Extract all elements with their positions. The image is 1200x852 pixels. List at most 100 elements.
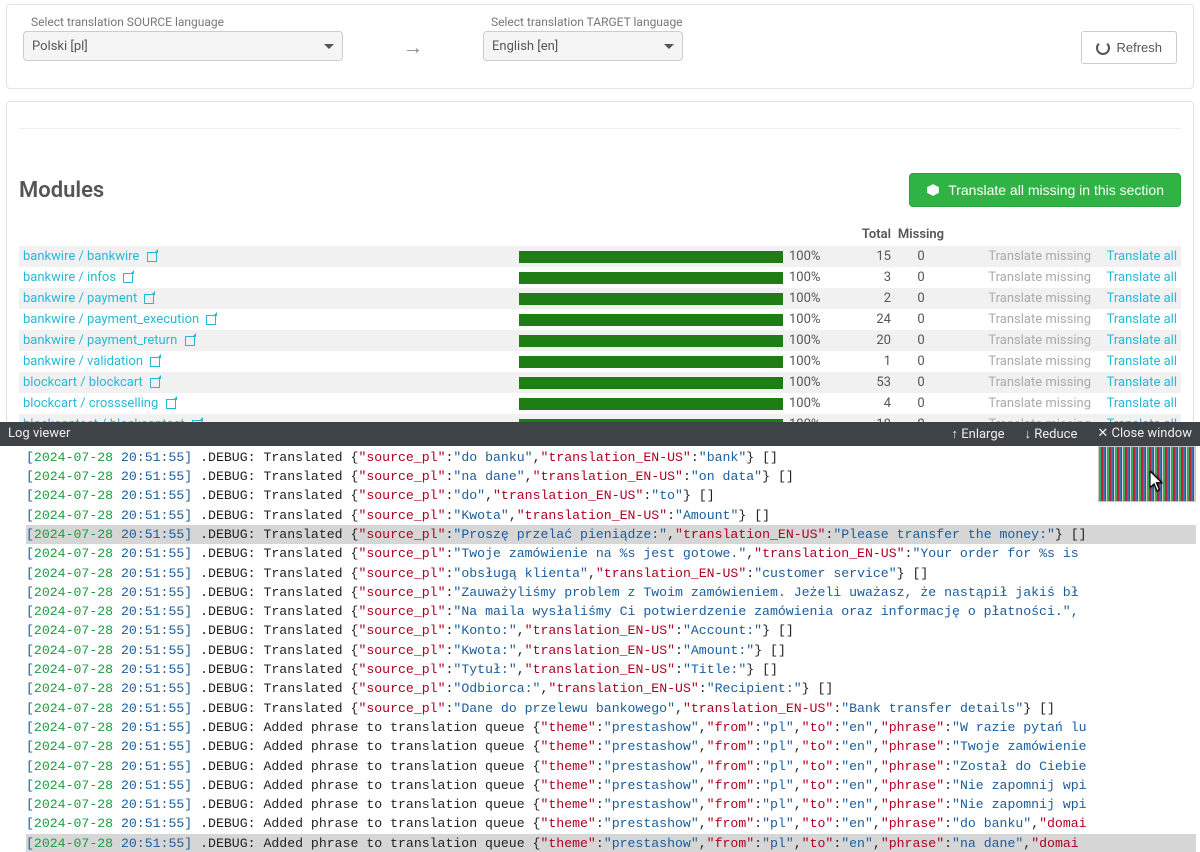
translate-missing-link: Translate missing xyxy=(951,375,1091,390)
translate-all-link[interactable]: Translate all xyxy=(1091,375,1177,390)
translate-all-link[interactable]: Translate all xyxy=(1091,312,1177,327)
log-line: [2024-07-28 20:51:55] .DEBUG: Translated… xyxy=(26,564,1196,583)
module-name[interactable]: bankwire / validation xyxy=(23,354,519,369)
refresh-button[interactable]: Refresh xyxy=(1081,31,1177,64)
translate-missing-link: Translate missing xyxy=(951,291,1091,306)
log-viewer: Log viewer ↑ Enlarge ↓ Reduce ✕ Close wi… xyxy=(0,422,1200,852)
log-line: [2024-07-28 20:51:55] .DEBUG: Translated… xyxy=(26,679,1196,698)
language-group: Select translation SOURCE language Polsk… xyxy=(23,15,683,61)
chevron-down-icon xyxy=(664,44,674,49)
log-content[interactable]: [2024-07-28 20:51:55] .DEBUG: Translated… xyxy=(0,446,1200,852)
progress-bar xyxy=(519,356,783,368)
module-name[interactable]: bankwire / payment xyxy=(23,291,519,306)
source-language-select[interactable]: Polski [pl] xyxy=(23,31,343,61)
source-language-field: Select translation SOURCE language Polsk… xyxy=(23,15,343,61)
row-total: 20 xyxy=(831,333,891,348)
module-name[interactable]: blockcart / crossselling xyxy=(23,396,519,411)
row-total: 3 xyxy=(831,270,891,285)
translate-all-link[interactable]: Translate all xyxy=(1091,333,1177,348)
target-language-value: English [en] xyxy=(492,39,558,54)
translate-all-link[interactable]: Translate all xyxy=(1091,396,1177,411)
row-missing: 0 xyxy=(891,354,951,369)
module-name[interactable]: bankwire / payment_execution xyxy=(23,312,519,327)
module-row: bankwire / payment 100%20Translate missi… xyxy=(19,288,1181,309)
progress-percent: 100% xyxy=(783,270,831,285)
progress-percent: 100% xyxy=(783,333,831,348)
language-panel: Select translation SOURCE language Polsk… xyxy=(6,4,1194,89)
log-enlarge-button[interactable]: ↑ Enlarge xyxy=(952,426,1005,442)
progress-percent: 100% xyxy=(783,291,831,306)
log-line: [2024-07-28 20:51:55] .DEBUG: Translated… xyxy=(26,448,1196,467)
external-link-icon xyxy=(144,294,154,304)
progress-percent: 100% xyxy=(783,312,831,327)
progress-percent: 100% xyxy=(783,249,831,264)
external-link-icon xyxy=(123,273,133,283)
progress-percent: 100% xyxy=(783,396,831,411)
refresh-icon xyxy=(1096,41,1110,55)
log-line: [2024-07-28 20:51:55] .DEBUG: Translated… xyxy=(26,544,1196,563)
modules-title: Modules xyxy=(19,178,104,203)
row-total: 15 xyxy=(831,249,891,264)
row-missing: 0 xyxy=(891,291,951,306)
progress-bar xyxy=(519,377,783,389)
translate-all-missing-button[interactable]: Translate all missing in this section xyxy=(909,173,1181,207)
module-name[interactable]: bankwire / payment_return xyxy=(23,333,519,348)
log-line: [2024-07-28 20:51:55] .DEBUG: Translated… xyxy=(26,583,1196,602)
external-link-icon xyxy=(206,315,216,325)
log-viewer-actions: ↑ Enlarge ↓ Reduce ✕ Close window xyxy=(952,426,1192,442)
module-name[interactable]: bankwire / bankwire xyxy=(23,249,519,264)
row-missing: 0 xyxy=(891,333,951,348)
log-close-button[interactable]: ✕ Close window xyxy=(1097,426,1192,442)
translate-all-link[interactable]: Translate all xyxy=(1091,354,1177,369)
log-line: [2024-07-28 20:51:55] .DEBUG: Translated… xyxy=(26,660,1196,679)
module-row: bankwire / validation 100%10Translate mi… xyxy=(19,351,1181,372)
log-reduce-button[interactable]: ↓ Reduce xyxy=(1025,426,1078,442)
log-line: [2024-07-28 20:51:55] .DEBUG: Added phra… xyxy=(26,757,1196,776)
log-line: [2024-07-28 20:51:55] .DEBUG: Translated… xyxy=(26,506,1196,525)
progress-bar xyxy=(519,335,783,347)
row-total: 1 xyxy=(831,354,891,369)
translate-missing-link: Translate missing xyxy=(951,270,1091,285)
log-viewer-title: Log viewer xyxy=(8,426,70,441)
col-total-header: Total xyxy=(831,227,891,242)
translate-missing-link: Translate missing xyxy=(951,333,1091,348)
translate-all-link[interactable]: Translate all xyxy=(1091,291,1177,306)
external-link-icon xyxy=(166,399,176,409)
arrow-right-icon: → xyxy=(403,35,423,60)
progress-bar xyxy=(519,293,783,305)
progress-percent: 100% xyxy=(783,354,831,369)
progress-percent: 100% xyxy=(783,375,831,390)
log-line: [2024-07-28 20:51:55] .DEBUG: Translated… xyxy=(26,525,1196,544)
source-language-value: Polski [pl] xyxy=(32,39,88,54)
target-language-select[interactable]: English [en] xyxy=(483,31,683,61)
progress-bar xyxy=(519,398,783,410)
row-total: 53 xyxy=(831,375,891,390)
module-row: bankwire / bankwire 100%150Translate mis… xyxy=(19,246,1181,267)
module-row: bankwire / payment_execution 100%240 Tran… xyxy=(19,309,1181,330)
translate-missing-link: Translate missing xyxy=(951,396,1091,411)
progress-bar xyxy=(519,272,783,284)
translate-all-link[interactable]: Translate all xyxy=(1091,270,1177,285)
translate-icon xyxy=(926,183,940,197)
log-line: [2024-07-28 20:51:55] .DEBUG: Added phra… xyxy=(26,834,1196,852)
translate-all-label: Translate all missing in this section xyxy=(948,182,1164,198)
external-link-icon xyxy=(150,357,160,367)
modules-header: Modules Translate all missing in this se… xyxy=(19,173,1181,207)
external-link-icon xyxy=(185,336,195,346)
refresh-label: Refresh xyxy=(1116,40,1162,55)
row-missing: 0 xyxy=(891,312,951,327)
log-line: [2024-07-28 20:51:55] .DEBUG: Translated… xyxy=(26,641,1196,660)
modules-panel: Modules Translate all missing in this se… xyxy=(6,101,1194,477)
external-link-icon xyxy=(150,378,160,388)
row-missing: 0 xyxy=(891,375,951,390)
external-link-icon xyxy=(147,252,157,262)
module-name[interactable]: bankwire / infos xyxy=(23,270,519,285)
row-total: 24 xyxy=(831,312,891,327)
translate-all-link[interactable]: Translate all xyxy=(1091,249,1177,264)
row-missing: 0 xyxy=(891,270,951,285)
log-viewer-bar: Log viewer ↑ Enlarge ↓ Reduce ✕ Close wi… xyxy=(0,422,1200,446)
module-name[interactable]: blockcart / blockcart xyxy=(23,375,519,390)
row-total: 2 xyxy=(831,291,891,306)
log-minimap[interactable] xyxy=(1098,446,1196,502)
log-line: [2024-07-28 20:51:55] .DEBUG: Added phra… xyxy=(26,776,1196,795)
